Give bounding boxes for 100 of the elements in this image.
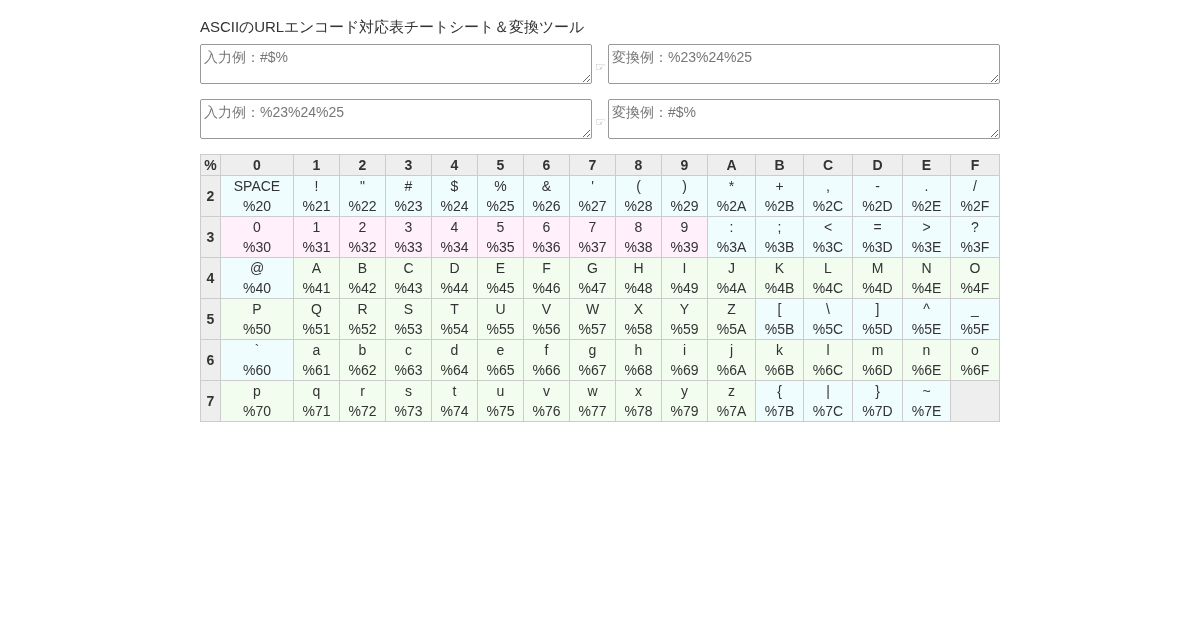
- code-text: %6C: [811, 361, 845, 380]
- code-text: %62: [347, 361, 378, 380]
- code-text: %72: [347, 402, 378, 421]
- input-field[interactable]: 入力例：#$%: [200, 44, 592, 84]
- code-text: %41: [301, 279, 332, 298]
- character-text: :: [728, 218, 735, 237]
- character-text: I: [681, 259, 688, 278]
- code-text: %6B: [763, 361, 796, 380]
- character-text: j: [728, 341, 735, 360]
- character-text: R: [356, 300, 369, 319]
- code-text: %3F: [959, 238, 991, 257]
- character-text: 5: [495, 218, 506, 237]
- column-header: F: [950, 154, 1000, 176]
- code-text: %64: [439, 361, 470, 380]
- character-text: m: [870, 341, 885, 360]
- column-header: 8: [615, 154, 662, 176]
- code-text: %47: [577, 279, 608, 298]
- code-text: %2A: [715, 197, 748, 216]
- character-text: /: [972, 177, 978, 196]
- character-text: V: [540, 300, 553, 319]
- character-text: +: [774, 177, 785, 196]
- character-text: 8: [633, 218, 644, 237]
- code-text: %26: [531, 197, 562, 216]
- code-text: %43: [393, 279, 424, 298]
- code-text: %30: [242, 238, 272, 257]
- character-text: T: [449, 300, 460, 319]
- character-text: |: [825, 382, 831, 401]
- code-text: %3D: [861, 238, 894, 257]
- code-text: %39: [669, 238, 700, 257]
- code-text: %5D: [861, 320, 894, 339]
- code-text: %5C: [811, 320, 845, 339]
- character-text: 3: [403, 218, 414, 237]
- character-text: ;: [776, 218, 783, 237]
- output-field[interactable]: 変換例：#$%: [608, 99, 1000, 139]
- code-text: %4B: [763, 279, 796, 298]
- code-text: %76: [531, 402, 562, 421]
- code-text: %7B: [763, 402, 796, 421]
- character-text: `: [253, 341, 261, 360]
- code-text: %27: [577, 197, 608, 216]
- row-header: 3: [200, 216, 221, 258]
- code-text: %31: [301, 238, 332, 257]
- character-text: N: [920, 259, 933, 278]
- character-text: J: [727, 259, 736, 278]
- code-text: %79: [669, 402, 700, 421]
- character-text: Z: [726, 300, 737, 319]
- character-text: >: [921, 218, 932, 237]
- code-text: %70: [242, 402, 272, 421]
- code-text: %20: [242, 197, 272, 216]
- code-text: %4F: [959, 279, 991, 298]
- character-text: q: [311, 382, 322, 401]
- column-header: B: [755, 154, 804, 176]
- character-text: SPACE: [232, 177, 282, 196]
- column-header: C: [803, 154, 853, 176]
- row-header: 4: [200, 257, 221, 299]
- character-text: #: [403, 177, 414, 196]
- character-text: A: [310, 259, 323, 278]
- character-text: $: [449, 177, 460, 196]
- code-text: %57: [577, 320, 608, 339]
- column-header: 7: [569, 154, 616, 176]
- character-text: L: [823, 259, 833, 278]
- character-text: U: [494, 300, 507, 319]
- input-field[interactable]: 入力例：%23%24%25: [200, 99, 592, 139]
- column-header: E: [902, 154, 951, 176]
- character-text: K: [773, 259, 786, 278]
- code-text: %29: [669, 197, 700, 216]
- character-text: -: [874, 177, 881, 196]
- character-text: x: [634, 382, 643, 401]
- character-text: d: [449, 341, 460, 360]
- character-text: S: [402, 300, 415, 319]
- code-text: %25: [485, 197, 516, 216]
- code-text: %21: [301, 197, 332, 216]
- character-text: D: [448, 259, 461, 278]
- character-text: <: [822, 218, 834, 237]
- code-text: %24: [439, 197, 470, 216]
- character-text: h: [633, 341, 644, 360]
- character-text: ": [359, 177, 366, 196]
- character-text: w: [586, 382, 599, 401]
- character-text: B: [356, 259, 369, 278]
- character-text: F: [541, 259, 552, 278]
- character-text: a: [311, 341, 322, 360]
- code-text: %3C: [811, 238, 845, 257]
- code-text: %45: [485, 279, 516, 298]
- code-text: %6F: [959, 361, 991, 380]
- character-text: P: [251, 300, 263, 319]
- character-text: [: [776, 300, 783, 319]
- output-field[interactable]: 変換例：%23%24%25: [608, 44, 1000, 84]
- character-text: u: [495, 382, 506, 401]
- code-text: %75: [485, 402, 516, 421]
- character-text: s: [404, 382, 413, 401]
- code-text: %38: [623, 238, 654, 257]
- character-text: }: [874, 382, 881, 401]
- character-text: b: [357, 341, 368, 360]
- character-text: \: [825, 300, 831, 319]
- code-text: %77: [577, 402, 608, 421]
- code-text: %42: [347, 279, 378, 298]
- character-text: !: [313, 177, 320, 196]
- character-text: ?: [970, 218, 980, 237]
- column-header: 9: [661, 154, 708, 176]
- code-text: %5F: [959, 320, 991, 339]
- character-text: W: [584, 300, 601, 319]
